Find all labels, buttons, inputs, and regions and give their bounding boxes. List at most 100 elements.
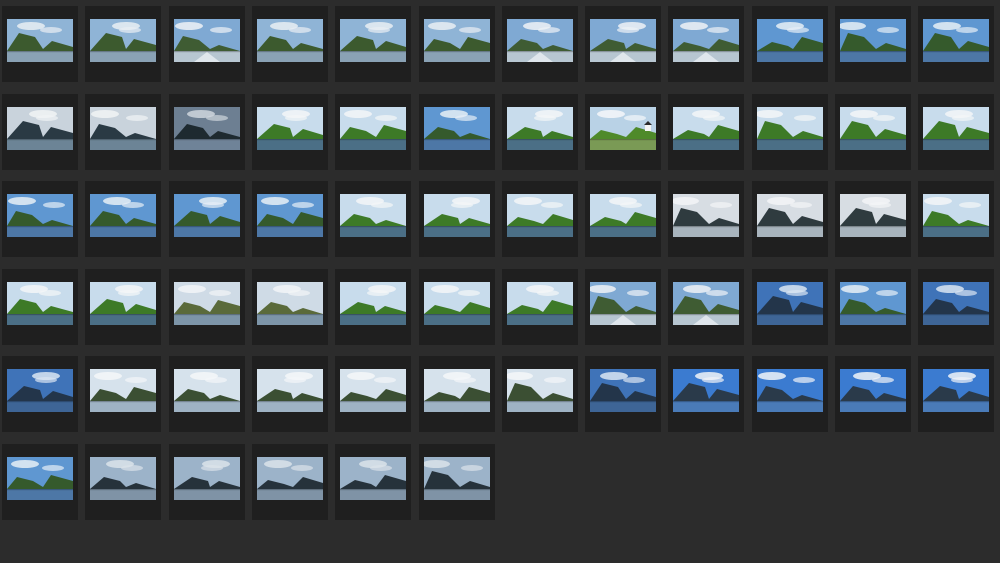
thumbnail-image[interactable] [424, 457, 490, 500]
thumbnail-cell[interactable] [335, 94, 411, 170]
thumbnail-image[interactable] [507, 19, 573, 62]
thumbnail-cell[interactable] [502, 6, 578, 82]
thumbnail-cell[interactable] [752, 6, 828, 82]
thumbnail-cell[interactable] [335, 444, 411, 520]
thumbnail-cell[interactable] [85, 94, 161, 170]
thumbnail-cell[interactable] [2, 269, 78, 345]
thumbnail-cell[interactable] [169, 356, 245, 432]
thumbnail-cell[interactable] [835, 356, 911, 432]
thumbnail-cell[interactable] [419, 269, 495, 345]
thumbnail-image[interactable] [257, 19, 323, 62]
thumbnail-image[interactable] [590, 282, 656, 325]
thumbnail-cell[interactable] [585, 6, 661, 82]
thumbnail-image[interactable] [757, 19, 823, 62]
thumbnail-image[interactable] [257, 369, 323, 412]
thumbnail-image[interactable] [174, 107, 240, 150]
thumbnail-cell[interactable] [85, 181, 161, 257]
thumbnail-image[interactable] [923, 19, 989, 62]
thumbnail-cell[interactable] [835, 181, 911, 257]
thumbnail-cell[interactable] [169, 444, 245, 520]
thumbnail-image[interactable] [757, 369, 823, 412]
thumbnail-cell[interactable] [835, 94, 911, 170]
thumbnail-cell[interactable] [585, 356, 661, 432]
thumbnail-cell[interactable] [668, 181, 744, 257]
thumbnail-image[interactable] [507, 282, 573, 325]
thumbnail-cell[interactable] [2, 6, 78, 82]
thumbnail-cell[interactable] [335, 181, 411, 257]
thumbnail-cell[interactable] [335, 356, 411, 432]
thumbnail-image[interactable] [174, 194, 240, 237]
thumbnail-image[interactable] [90, 369, 156, 412]
thumbnail-cell[interactable] [668, 94, 744, 170]
thumbnail-cell[interactable] [419, 6, 495, 82]
thumbnail-cell[interactable] [335, 269, 411, 345]
thumbnail-image[interactable] [174, 19, 240, 62]
thumbnail-image[interactable] [923, 107, 989, 150]
thumbnail-image[interactable] [340, 194, 406, 237]
thumbnail-image[interactable] [507, 369, 573, 412]
thumbnail-cell[interactable] [918, 181, 994, 257]
thumbnail-image[interactable] [507, 107, 573, 150]
thumbnail-cell[interactable] [918, 356, 994, 432]
thumbnail-image[interactable] [174, 457, 240, 500]
thumbnail-image[interactable] [174, 369, 240, 412]
thumbnail-cell[interactable] [419, 444, 495, 520]
thumbnail-cell[interactable] [419, 181, 495, 257]
thumbnail-cell[interactable] [85, 6, 161, 82]
thumbnail-image[interactable] [340, 457, 406, 500]
thumbnail-cell[interactable] [419, 356, 495, 432]
thumbnail-image[interactable] [923, 194, 989, 237]
thumbnail-image[interactable] [923, 369, 989, 412]
thumbnail-image[interactable] [7, 457, 73, 500]
thumbnail-image[interactable] [174, 282, 240, 325]
thumbnail-cell[interactable] [752, 181, 828, 257]
thumbnail-cell[interactable] [502, 269, 578, 345]
thumbnail-image[interactable] [673, 369, 739, 412]
thumbnail-image[interactable] [90, 19, 156, 62]
thumbnail-image[interactable] [90, 457, 156, 500]
thumbnail-cell[interactable] [2, 356, 78, 432]
thumbnail-cell[interactable] [85, 444, 161, 520]
thumbnail-cell[interactable] [252, 269, 328, 345]
thumbnail-image[interactable] [424, 369, 490, 412]
thumbnail-image[interactable] [90, 194, 156, 237]
thumbnail-cell[interactable] [169, 94, 245, 170]
thumbnail-cell[interactable] [668, 356, 744, 432]
thumbnail-image[interactable] [257, 107, 323, 150]
thumbnail-image[interactable] [923, 282, 989, 325]
thumbnail-image[interactable] [424, 19, 490, 62]
thumbnail-cell[interactable] [668, 269, 744, 345]
thumbnail-image[interactable] [7, 194, 73, 237]
thumbnail-image[interactable] [7, 107, 73, 150]
thumbnail-cell[interactable] [585, 269, 661, 345]
thumbnail-cell[interactable] [585, 94, 661, 170]
thumbnail-cell[interactable] [502, 356, 578, 432]
thumbnail-image[interactable] [757, 282, 823, 325]
thumbnail-image[interactable] [840, 282, 906, 325]
thumbnail-cell[interactable] [2, 94, 78, 170]
thumbnail-cell[interactable] [752, 94, 828, 170]
thumbnail-image[interactable] [7, 282, 73, 325]
thumbnail-image[interactable] [340, 19, 406, 62]
thumbnail-cell[interactable] [918, 269, 994, 345]
thumbnail-image[interactable] [673, 107, 739, 150]
thumbnail-cell[interactable] [335, 6, 411, 82]
thumbnail-image[interactable] [590, 194, 656, 237]
thumbnail-image[interactable] [840, 194, 906, 237]
thumbnail-cell[interactable] [2, 181, 78, 257]
thumbnail-image[interactable] [257, 457, 323, 500]
thumbnail-cell[interactable] [85, 356, 161, 432]
thumbnail-cell[interactable] [835, 269, 911, 345]
thumbnail-cell[interactable] [835, 6, 911, 82]
thumbnail-image[interactable] [257, 282, 323, 325]
thumbnail-cell[interactable] [502, 94, 578, 170]
thumbnail-cell[interactable] [918, 94, 994, 170]
thumbnail-image[interactable] [424, 194, 490, 237]
thumbnail-cell[interactable] [169, 269, 245, 345]
thumbnail-cell[interactable] [502, 181, 578, 257]
thumbnail-cell[interactable] [85, 269, 161, 345]
thumbnail-cell[interactable] [169, 181, 245, 257]
thumbnail-image[interactable] [424, 282, 490, 325]
thumbnail-cell[interactable] [252, 6, 328, 82]
thumbnail-image[interactable] [340, 369, 406, 412]
